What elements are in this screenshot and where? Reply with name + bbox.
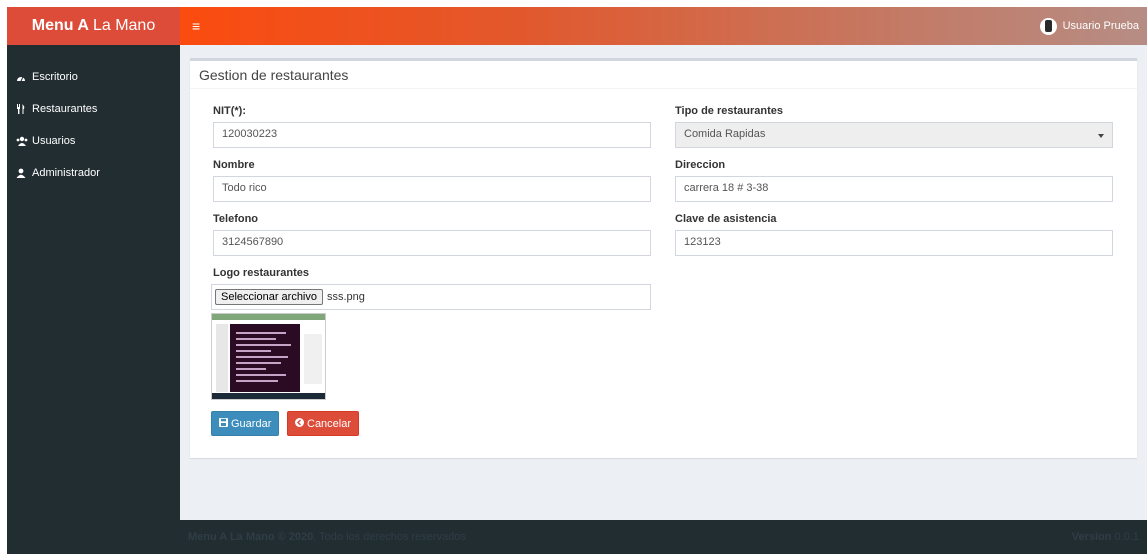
brand-logo[interactable]: Menu A La Mano: [7, 7, 180, 45]
clave-label: Clave de asistencia: [675, 213, 777, 225]
file-name: sss.png: [327, 291, 365, 303]
tipo-value: Comida Rapidas: [684, 128, 766, 140]
sidebar-item-escritorio[interactable]: Escritorio: [7, 61, 180, 93]
footer-version: Version 0.0.1: [1072, 531, 1139, 543]
sidebar-item-usuarios[interactable]: Usuarios: [7, 125, 180, 157]
sidebar-item-label: Escritorio: [32, 71, 78, 83]
form-box: Gestion de restaurantes NIT(*): 12003022…: [190, 58, 1137, 458]
users-icon: [16, 136, 32, 146]
nombre-value: Todo rico: [222, 182, 267, 194]
bars-icon[interactable]: ≡: [192, 18, 200, 34]
direccion-field[interactable]: carrera 18 # 3-38: [675, 176, 1113, 202]
telefono-field[interactable]: 3124567890: [213, 230, 651, 256]
top-header: Menu A La Mano ≡ Usuario Prueba: [7, 7, 1147, 45]
chevron-down-icon: [1098, 134, 1104, 138]
footer-rights: . Todo los derechos reservados: [313, 531, 466, 543]
clave-value: 123123: [684, 236, 721, 248]
cancel-label: Cancelar: [307, 417, 352, 430]
nombre-label: Nombre: [213, 159, 255, 171]
direccion-label: Direccion: [675, 159, 726, 171]
floppy-icon: [219, 417, 228, 430]
tipo-select[interactable]: Comida Rapidas: [675, 122, 1113, 148]
dashboard-icon: [16, 73, 32, 82]
clave-field[interactable]: 123123: [675, 230, 1113, 256]
logo-preview-image: [211, 313, 326, 400]
version-label: Version: [1071, 531, 1112, 543]
save-label: Guardar: [231, 417, 272, 430]
brand-bold: Menu A: [31, 17, 89, 34]
nit-label: NIT(*):: [213, 105, 246, 117]
sidebar-item-label: Restaurantes: [32, 103, 98, 115]
version-number: 0.0.1: [1114, 531, 1139, 543]
footer-brand: Menu A La Mano © 2020: [188, 531, 314, 543]
sidebar-item-label: Administrador: [32, 167, 100, 179]
arrow-circle-left-icon: [295, 417, 304, 430]
page-title: Gestion de restaurantes: [190, 61, 1137, 89]
sidebar-item-restaurantes[interactable]: Restaurantes: [7, 93, 180, 125]
logo-label: Logo restaurantes: [213, 267, 309, 279]
user-name: Usuario Prueba: [1062, 20, 1139, 32]
main-content: Gestion de restaurantes NIT(*): 12003022…: [180, 45, 1147, 520]
sidebar-item-label: Usuarios: [32, 135, 76, 147]
footer-copyright: Menu A La Mano © 2020. Todo los derechos…: [188, 531, 466, 543]
direccion-value: carrera 18 # 3-38: [684, 182, 769, 194]
nit-field[interactable]: 120030223: [213, 122, 651, 148]
logo-file-input[interactable]: Seleccionar archivo sss.png: [211, 284, 651, 310]
nombre-field[interactable]: Todo rico: [213, 176, 651, 202]
navbar: ≡ Usuario Prueba: [180, 7, 1147, 45]
telefono-label: Telefono: [213, 213, 259, 225]
sidebar: Escritorio Restaurantes Usuarios Adminis…: [7, 45, 180, 554]
avatar: [1039, 17, 1057, 35]
nit-value: 120030223: [222, 128, 278, 140]
telefono-value: 3124567890: [222, 236, 284, 248]
file-select-button[interactable]: Seleccionar archivo: [215, 289, 323, 305]
tipo-label: Tipo de restaurantes: [675, 105, 783, 117]
user-icon: [16, 168, 32, 178]
save-button[interactable]: Guardar: [211, 411, 280, 436]
sidebar-item-administrador[interactable]: Administrador: [7, 157, 180, 189]
user-menu[interactable]: Usuario Prueba: [1039, 17, 1139, 35]
cutlery-icon: [16, 104, 32, 114]
cancel-button[interactable]: Cancelar: [287, 411, 360, 436]
brand-rest: La Mano: [92, 17, 156, 34]
footer: Menu A La Mano © 2020. Todo los derechos…: [180, 520, 1147, 554]
